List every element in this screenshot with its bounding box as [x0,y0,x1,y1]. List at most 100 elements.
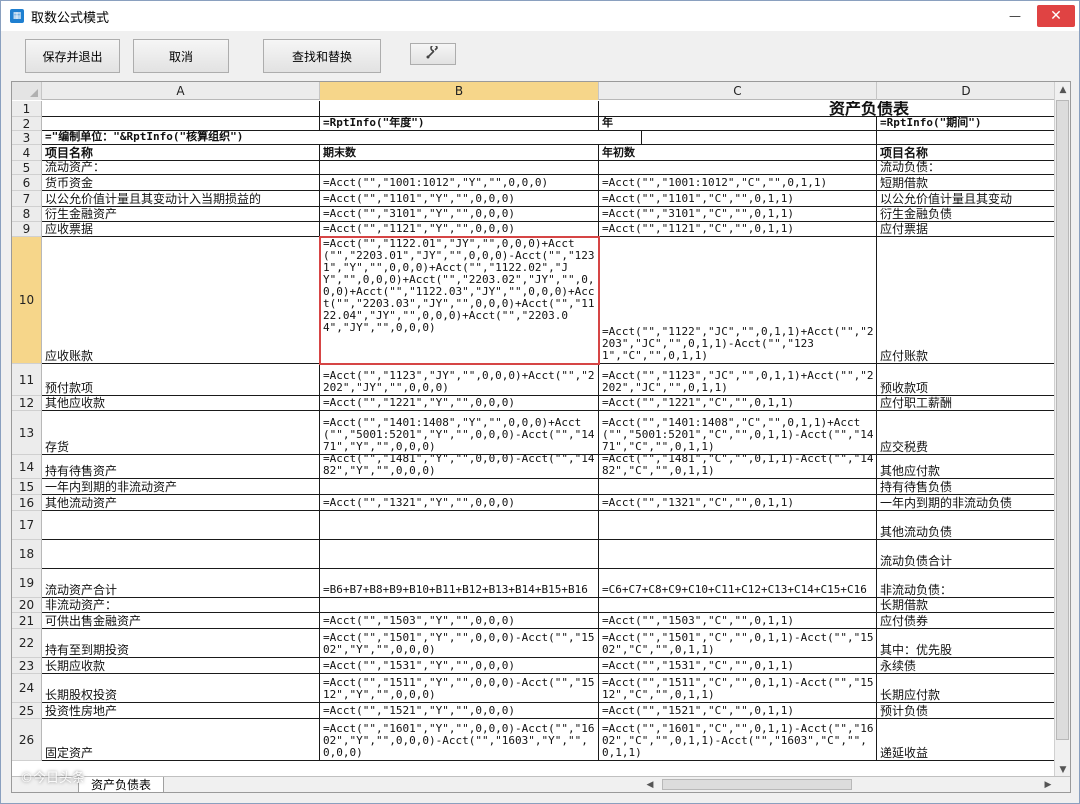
cell-d15[interactable]: 持有待售负债 [877,479,1056,495]
save-exit-button[interactable]: 保存并退出 [25,39,120,73]
row-header[interactable]: 21 [12,613,42,629]
cell-a16[interactable]: 其他流动资产 [42,495,320,511]
cell-a9[interactable]: 应收票据 [42,222,320,237]
cell-d20[interactable]: 长期借款 [877,598,1056,613]
cell-c6[interactable]: =Acct("","1001:1012","C","",0,1,1) [599,175,877,191]
cell-b25[interactable]: =Acct("","1521","Y","",0,0,0) [320,703,599,719]
cell-a2[interactable] [42,117,320,131]
cell-a7[interactable]: 以公允价值计量且其变动计入当期损益的 [42,191,320,207]
cell-c7[interactable]: =Acct("","1101","C","",0,1,1) [599,191,877,207]
cell-c25[interactable]: =Acct("","1521","C","",0,1,1) [599,703,877,719]
row-header[interactable]: 11 [12,364,42,396]
cell-a15[interactable]: 一年内到期的非流动资产 [42,479,320,495]
cell-b22[interactable]: =Acct("","1501","Y","",0,0,0)-Acct("","1… [320,629,599,658]
cell-b10[interactable]: =Acct("","1122.01","JY","",0,0,0)+Acct("… [320,237,599,364]
row-header[interactable]: 5 [12,161,42,175]
cell-a4[interactable]: 项目名称 [42,145,320,161]
row-header[interactable]: 15 [12,479,42,495]
row-header[interactable]: 19 [12,569,42,598]
cell-a23[interactable]: 长期应收款 [42,658,320,674]
cell-b19[interactable]: =B6+B7+B8+B9+B10+B11+B12+B13+B14+B15+B16 [320,569,599,598]
cell-b4[interactable]: 期末数 [320,145,599,161]
cell-c9[interactable]: =Acct("","1121","C","",0,1,1) [599,222,877,237]
cell-b6[interactable]: =Acct("","1001:1012","Y","",0,0,0) [320,175,599,191]
cell-c2[interactable]: 年 [599,117,877,131]
cell-b15[interactable] [320,479,599,495]
cell-c18[interactable] [599,540,877,569]
cell-b1[interactable] [320,101,599,117]
cell-c16[interactable]: =Acct("","1321","C","",0,1,1) [599,495,877,511]
minimize-button[interactable]: — [993,1,1037,31]
cell-b8[interactable]: =Acct("","3101","Y","",0,0,0) [320,207,599,222]
horizontal-scroll-thumb[interactable] [662,779,852,790]
cell-c12[interactable]: =Acct("","1221","C","",0,1,1) [599,396,877,411]
sheet-tab[interactable]: 资产负债表 [78,777,165,792]
cancel-button[interactable]: 取消 [133,39,229,73]
cell-a26[interactable]: 固定资产 [42,719,320,761]
column-header-b[interactable]: B [320,82,599,100]
cell-c24[interactable]: =Acct("","1511","C","",0,1,1)-Acct("","1… [599,674,877,703]
scroll-right-icon[interactable]: ▶ [1040,777,1056,792]
cell-a6[interactable]: 货币资金 [42,175,320,191]
cell-d19[interactable]: 非流动负债： [877,569,1056,598]
cell-b7[interactable]: =Acct("","1101","Y","",0,0,0) [320,191,599,207]
cell-a8[interactable]: 衍生金融资产 [42,207,320,222]
cell-b16[interactable]: =Acct("","1321","Y","",0,0,0) [320,495,599,511]
cell-a17[interactable] [42,511,320,540]
cell-d13[interactable]: 应交税费 [877,411,1056,455]
row-header[interactable]: 24 [12,674,42,703]
cell-a12[interactable]: 其他应收款 [42,396,320,411]
cell-c4[interactable]: 年初数 [599,145,877,161]
scroll-left-icon[interactable]: ◀ [642,777,658,792]
cell-d7[interactable]: 以公允价值计量且其变动 [877,191,1056,207]
cell-b9[interactable]: =Acct("","1121","Y","",0,0,0) [320,222,599,237]
cell-d24[interactable]: 长期应付款 [877,674,1056,703]
cell-d11[interactable]: 预收款项 [877,364,1056,396]
cell-a3[interactable]: ="编制单位："&RptInfo("核算组织") [42,131,642,145]
row-header[interactable]: 9 [12,222,42,237]
column-header-c[interactable]: C [599,82,877,100]
cell-c1[interactable]: 资产负债表 [599,101,1056,117]
cell-c10[interactable]: =Acct("","1122","JC","",0,1,1)+Acct("","… [599,237,877,364]
cell-d23[interactable]: 永续债 [877,658,1056,674]
cell-d21[interactable]: 应付债券 [877,613,1056,629]
cell-a22[interactable]: 持有至到期投资 [42,629,320,658]
cell-c20[interactable] [599,598,877,613]
row-header[interactable]: 13 [12,411,42,455]
row-header[interactable]: 18 [12,540,42,569]
row-header[interactable]: 12 [12,396,42,411]
cell-d6[interactable]: 短期借款 [877,175,1056,191]
spreadsheet-grid[interactable]: A B C D 1 资产负债表 2 =RptInfo("年度") 年 =RptInfo("… [11,81,1071,793]
cell-a10[interactable]: 应收账款 [42,237,320,364]
vertical-scroll-thumb[interactable] [1056,100,1069,740]
cell-d18[interactable]: 流动负债合计 [877,540,1056,569]
cell-a13[interactable]: 存货 [42,411,320,455]
cell-d25[interactable]: 预计负债 [877,703,1056,719]
cell-d3[interactable] [877,131,1056,145]
row-header[interactable]: 2 [12,117,42,131]
column-header-a[interactable]: A [42,82,320,100]
cell-b13[interactable]: =Acct("","1401:1408","Y","",0,0,0)+Acct(… [320,411,599,455]
cell-d5[interactable]: 流动负债： [877,161,1056,175]
row-header[interactable]: 6 [12,175,42,191]
row-header[interactable]: 25 [12,703,42,719]
row-header[interactable]: 14 [12,455,42,479]
cell-d26[interactable]: 递延收益 [877,719,1056,761]
cell-c8[interactable]: =Acct("","3101","C","",0,1,1) [599,207,877,222]
cell-b24[interactable]: =Acct("","1511","Y","",0,0,0)-Acct("","1… [320,674,599,703]
cell-c23[interactable]: =Acct("","1531","C","",0,1,1) [599,658,877,674]
tool-button[interactable] [410,43,456,65]
row-header[interactable]: 17 [12,511,42,540]
cell-d4[interactable]: 项目名称 [877,145,1056,161]
row-header[interactable]: 26 [12,719,42,761]
cell-d16[interactable]: 一年内到期的非流动负债 [877,495,1056,511]
cell-a19[interactable]: 流动资产合计 [42,569,320,598]
find-replace-button[interactable]: 查找和替换 [263,39,381,73]
cell-d8[interactable]: 衍生金融负债 [877,207,1056,222]
cell-d9[interactable]: 应付票据 [877,222,1056,237]
scroll-up-icon[interactable]: ▲ [1055,82,1070,98]
row-header[interactable]: 1 [12,101,42,117]
cell-b12[interactable]: =Acct("","1221","Y","",0,0,0) [320,396,599,411]
cell-c15[interactable] [599,479,877,495]
cell-d10[interactable]: 应付账款 [877,237,1056,364]
